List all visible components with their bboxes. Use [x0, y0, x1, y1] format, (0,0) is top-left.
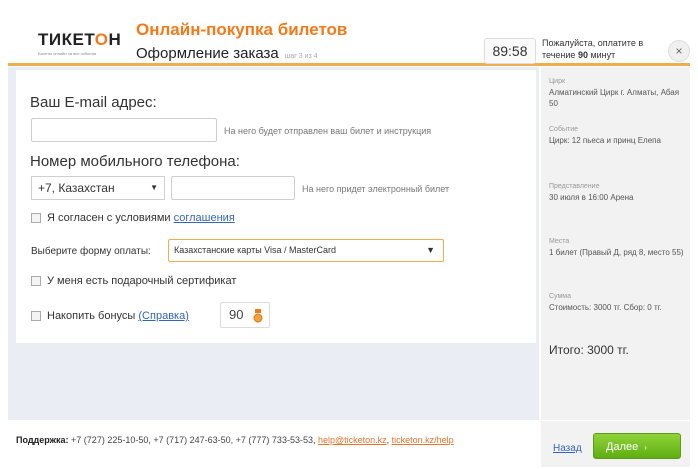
step-indicator: шаг 3 из 4 — [284, 53, 318, 60]
order-form-area: Ваш E-mail адрес: На него будет отправле… — [8, 67, 539, 420]
logo[interactable]: ТИКЕТОН Билеты онлайн на все события — [38, 30, 121, 56]
support-label: Поддержка: — [16, 435, 69, 445]
phone-input[interactable] — [171, 176, 295, 200]
summary-event: Событие Цирк: 12 пьеса и принц Елепа — [549, 126, 661, 145]
payment-method-select[interactable]: Казахстанские карты Visa / MasterCard ▼ — [168, 239, 444, 262]
close-button[interactable]: × — [668, 40, 690, 62]
next-button[interactable]: Далее › — [593, 433, 681, 459]
countdown-timer: 89:58 — [484, 38, 536, 64]
chevron-down-icon: ▼ — [150, 183, 158, 192]
country-code-select[interactable]: +7, Казахстан ▼ — [31, 176, 165, 200]
gift-certificate-checkbox[interactable] — [31, 276, 41, 286]
payment-method-label: Выберите форму оплаты: — [31, 246, 151, 257]
chevron-down-icon: ▼ — [426, 245, 435, 255]
bonus-points-badge: 90 — [220, 302, 270, 328]
summary-seats: Места 1 билет (Правый Д, ряд 8, место 55… — [549, 238, 684, 257]
bonus-help-link[interactable]: (Справка) — [138, 310, 188, 322]
summary-sum: Сумма Стоимость: 3000 тг. Сбор: 0 тг. — [549, 293, 662, 312]
logo-tagline: Билеты онлайн на все события — [38, 51, 97, 56]
phone-hint: На него придет электронный билет — [302, 184, 450, 194]
support-email-link[interactable]: help@ticketon.kz — [318, 435, 387, 445]
bonus-row: Накопить бонусы (Справка) — [31, 310, 189, 322]
terms-link[interactable]: соглашения — [174, 212, 235, 224]
summary-show: Представление 30 июля в 16:00 Арена — [549, 183, 634, 202]
email-label: Ваш E-mail адрес: — [30, 94, 157, 111]
page-subtitle: Оформление заказа шаг 3 из 4 — [136, 45, 318, 62]
support-info: Поддержка: +7 (727) 225-10-50, +7 (717) … — [16, 435, 454, 445]
back-link[interactable]: Назад — [553, 443, 582, 454]
order-form: Ваш E-mail адрес: На него будет отправле… — [16, 70, 536, 343]
medal-icon — [253, 308, 263, 323]
close-icon: × — [675, 44, 683, 58]
email-hint: На него будет отправлен ваш билет и инст… — [224, 126, 432, 136]
summary-total: Итого: 3000 тг. — [549, 343, 629, 357]
summary-venue: Цирк Алматинский Цирк г. Алматы, Абая 50 — [549, 78, 680, 108]
support-help-link[interactable]: ticketon.kz/help — [392, 435, 454, 445]
page-header: ТИКЕТОН Билеты онлайн на все события Онл… — [8, 8, 690, 66]
email-input[interactable] — [31, 118, 217, 142]
order-summary-panel: Цирк Алматинский Цирк г. Алматы, Абая 50… — [541, 67, 690, 420]
navigation-footer: Назад Далее › — [541, 421, 690, 467]
support-footer: Поддержка: +7 (727) 225-10-50, +7 (717) … — [8, 421, 539, 467]
chevron-right-icon: › — [644, 443, 647, 452]
agree-terms-row: Я согласен с условиями соглашения — [31, 212, 235, 224]
phone-label: Номер мобильного телефона: — [30, 153, 240, 170]
bonus-checkbox[interactable] — [31, 311, 41, 321]
agree-terms-checkbox[interactable] — [31, 213, 41, 223]
payment-deadline-note: Пожалуйста, оплатите в течение 90 минут — [542, 38, 644, 60]
gift-certificate-row: У меня есть подарочный сертификат — [31, 275, 236, 287]
page-title: Онлайн-покупка билетов — [136, 20, 348, 39]
